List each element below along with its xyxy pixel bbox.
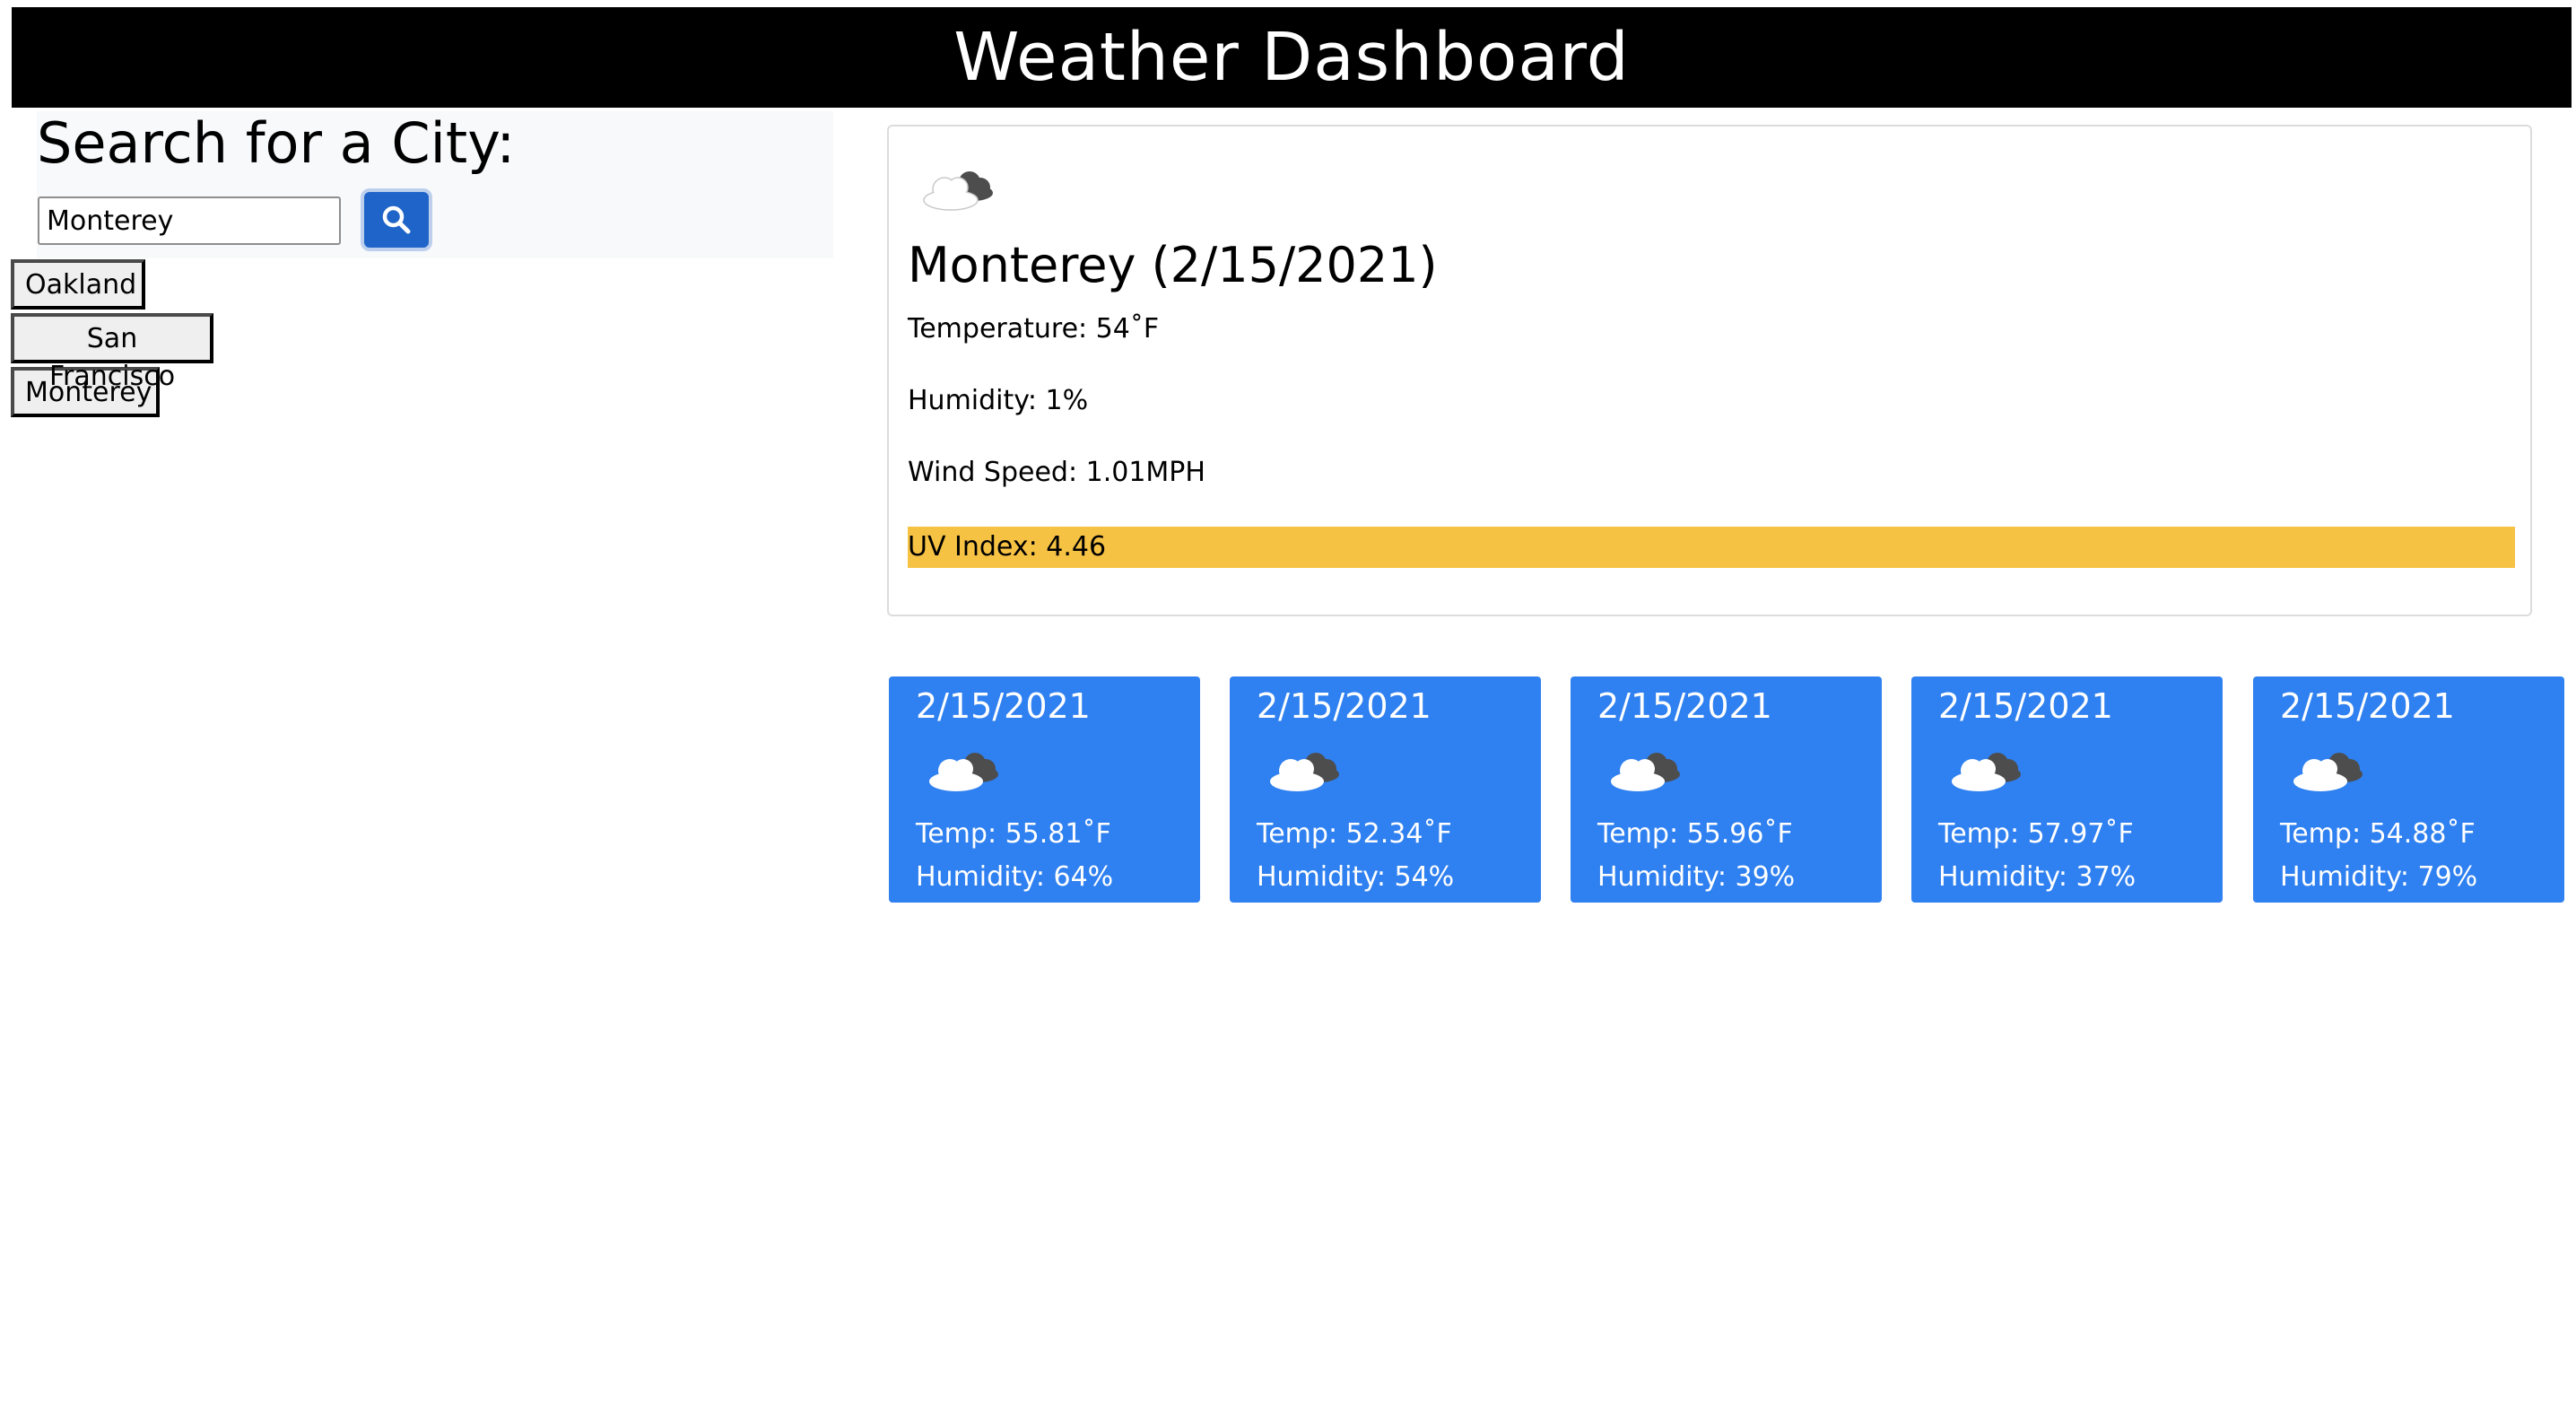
partly-cloudy-icon xyxy=(1611,753,1680,791)
forecast-card: 2/15/2021 Temp: 55.96˚F Humidity: 39% xyxy=(1571,676,1882,903)
forecast-temp: Temp: 52.34˚F xyxy=(1257,818,1452,850)
forecast-humidity: Humidity: 39% xyxy=(1597,861,1796,893)
search-panel: Search for a City: xyxy=(37,111,833,258)
forecast-date: 2/15/2021 xyxy=(1597,686,1772,726)
forecast-humidity: Humidity: 54% xyxy=(1257,861,1455,893)
history-button-oakland[interactable]: Oakland xyxy=(11,259,145,310)
uv-index-badge: UV Index: 4.46 xyxy=(908,527,2515,568)
search-button[interactable] xyxy=(361,188,432,251)
partly-cloudy-icon xyxy=(1952,753,2021,791)
city-search-input[interactable] xyxy=(38,196,341,245)
current-city-date: Monterey (2/15/2021) xyxy=(908,237,1438,293)
partly-cloudy-icon xyxy=(1270,753,1339,791)
current-weather-card: Monterey (2/15/2021) Temperature: 54˚F H… xyxy=(887,125,2532,616)
forecast-humidity: Humidity: 64% xyxy=(916,861,1114,893)
forecast-date: 2/15/2021 xyxy=(1938,686,2113,726)
partly-cloudy-icon xyxy=(929,753,998,791)
forecast-date: 2/15/2021 xyxy=(916,686,1091,726)
forecast-humidity: Humidity: 37% xyxy=(1938,861,2137,893)
current-wind-speed: Wind Speed: 1.01MPH xyxy=(908,457,1205,488)
forecast-date: 2/15/2021 xyxy=(1257,686,1432,726)
forecast-temp: Temp: 55.81˚F xyxy=(916,818,1111,850)
history-button-san-francisco[interactable]: San Francisco xyxy=(11,313,213,392)
current-temperature: Temperature: 54˚F xyxy=(908,313,1160,345)
partly-cloudy-icon xyxy=(923,171,993,211)
search-title: Search for a City: xyxy=(37,110,516,176)
current-humidity: Humidity: 1% xyxy=(908,385,1089,416)
forecast-card: 2/15/2021 Temp: 57.97˚F Humidity: 37% xyxy=(1911,676,2223,903)
search-icon xyxy=(382,205,411,234)
search-history: Oakland San Francisco Monterey xyxy=(11,259,213,421)
partly-cloudy-icon xyxy=(2293,753,2363,791)
page-title: Weather Dashboard xyxy=(953,19,1630,96)
forecast-temp: Temp: 57.97˚F xyxy=(1938,818,2134,850)
app-header: Weather Dashboard xyxy=(12,7,2572,108)
forecast-date: 2/15/2021 xyxy=(2280,686,2455,726)
forecast-temp: Temp: 55.96˚F xyxy=(1597,818,1793,850)
forecast-temp: Temp: 54.88˚F xyxy=(2280,818,2476,850)
forecast-card: 2/15/2021 Temp: 55.81˚F Humidity: 64% xyxy=(889,676,1200,903)
history-button-monterey[interactable]: Monterey xyxy=(11,367,160,417)
forecast-card: 2/15/2021 Temp: 54.88˚F Humidity: 79% xyxy=(2253,676,2564,903)
page: Weather Dashboard Search for a City: Oak… xyxy=(0,0,2576,1405)
forecast-humidity: Humidity: 79% xyxy=(2280,861,2478,893)
forecast-card: 2/15/2021 Temp: 52.34˚F Humidity: 54% xyxy=(1230,676,1541,903)
